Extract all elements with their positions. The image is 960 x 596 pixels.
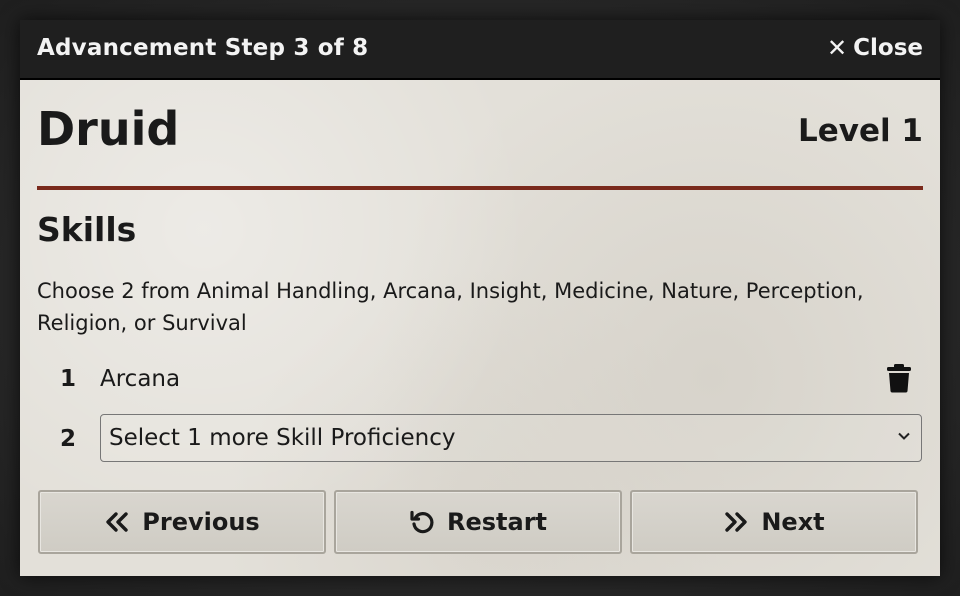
choice-number: 2 bbox=[60, 426, 77, 452]
previous-label: Previous bbox=[142, 508, 260, 536]
section-description: Choose 2 from Animal Handling, Arcana, I… bbox=[37, 279, 864, 335]
double-chevron-left-icon bbox=[104, 511, 130, 533]
level-label: Level 1 bbox=[798, 113, 923, 149]
choice-value: Arcana bbox=[100, 366, 181, 392]
double-chevron-right-icon bbox=[723, 511, 749, 533]
trash-icon bbox=[887, 364, 911, 393]
restart-icon bbox=[409, 509, 435, 535]
advancement-dialog: Advancement Step 3 of 8 ✕ Close Druid Le… bbox=[20, 20, 940, 576]
dialog-title: Advancement Step 3 of 8 bbox=[37, 35, 369, 61]
delete-choice-button[interactable] bbox=[886, 363, 912, 393]
restart-label: Restart bbox=[446, 508, 548, 536]
dialog-titlebar: Advancement Step 3 of 8 ✕ Close bbox=[20, 20, 940, 80]
dialog-content: Druid Level 1 Skills Choose 2 from Anima… bbox=[20, 80, 940, 576]
close-icon: ✕ bbox=[827, 34, 848, 62]
chevron-down-icon bbox=[898, 432, 910, 440]
restart-button[interactable]: Restart bbox=[334, 490, 622, 554]
choice-number: 1 bbox=[60, 366, 77, 392]
choice-row-2: 2 Select 1 more Skill Proficiency bbox=[20, 412, 940, 462]
previous-button[interactable]: Previous bbox=[38, 490, 326, 554]
next-button[interactable]: Next bbox=[630, 490, 918, 554]
select-placeholder: Select 1 more Skill Proficiency bbox=[109, 425, 456, 451]
choice-row-1: 1 Arcana bbox=[20, 356, 940, 404]
close-label: Close bbox=[853, 35, 923, 61]
navigation-buttons: Previous Restart Next bbox=[38, 490, 922, 556]
header-divider bbox=[37, 186, 923, 190]
section-title: Skills bbox=[37, 210, 137, 249]
next-label: Next bbox=[761, 508, 825, 536]
skill-proficiency-select[interactable]: Select 1 more Skill Proficiency bbox=[100, 414, 922, 462]
close-button[interactable]: ✕ Close bbox=[827, 35, 923, 61]
class-name-heading: Druid bbox=[37, 102, 180, 156]
